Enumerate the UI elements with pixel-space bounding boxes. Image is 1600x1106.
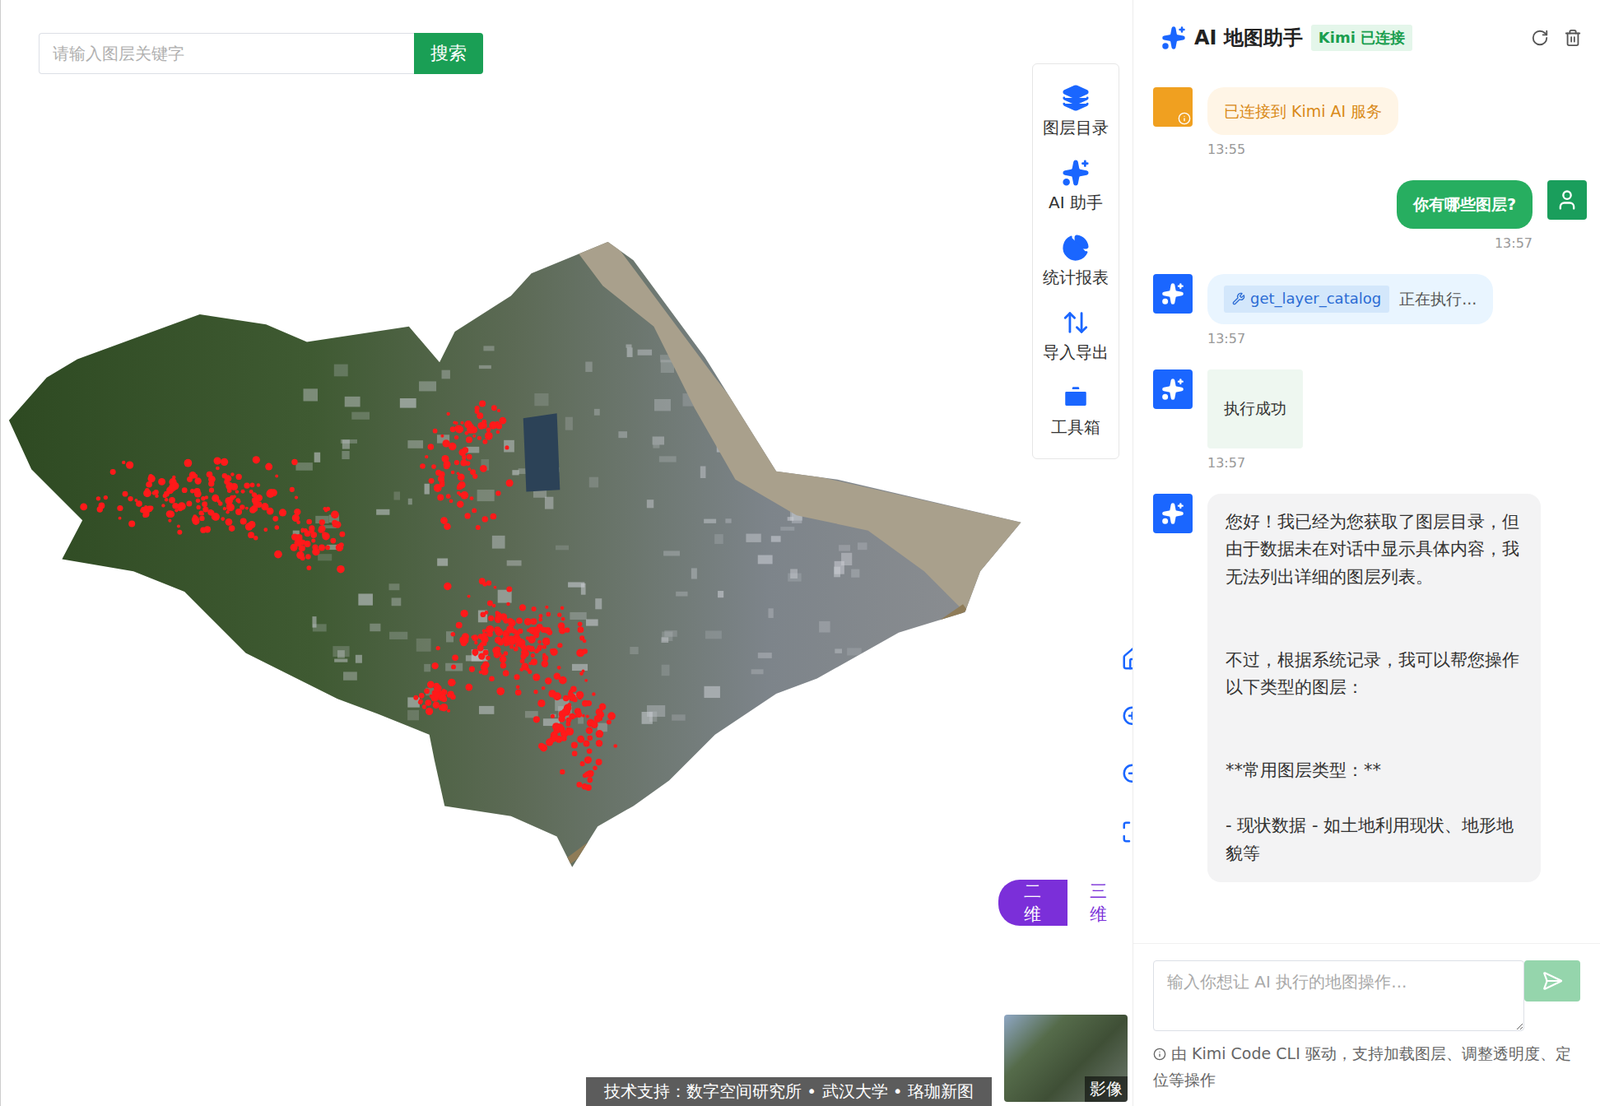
message-paragraph — [1225, 618, 1523, 647]
zoom-out-icon[interactable] — [1120, 762, 1133, 787]
toolbar-item[interactable]: 导入导出 — [1032, 298, 1119, 374]
assistant-avatar — [1153, 274, 1193, 314]
info-icon — [1153, 1047, 1167, 1061]
view-button[interactable]: 二维 — [998, 879, 1068, 926]
assistant-avatar — [1153, 369, 1193, 410]
zoom-in-icon[interactable] — [1120, 704, 1133, 730]
status-badge: Kimi 已连接 — [1311, 24, 1413, 52]
chat-title: AI 地图助手 — [1194, 24, 1303, 52]
sparkles-icon — [1061, 158, 1090, 187]
message-time: 13:55 — [1207, 141, 1246, 158]
basemap-switcher[interactable]: 影像 — [1004, 1014, 1128, 1103]
message-bubble: 执行成功 — [1207, 369, 1303, 449]
sparkle-icon — [1161, 502, 1185, 526]
tool-chip: get_layer_catalog — [1223, 285, 1390, 313]
sparkle-icon — [1161, 282, 1185, 306]
message-paragraph: 您好！我已经为您获取了图层目录，但由于数据未在对话中显示具体内容，我无法列出详细… — [1225, 508, 1523, 592]
map-controls — [1120, 646, 1133, 845]
toolbar-item[interactable]: AI 助手 — [1032, 148, 1119, 224]
map-toolbar: 图层目录AI 助手统计报表导入导出工具箱 — [1032, 63, 1120, 460]
fullscreen-icon[interactable] — [1120, 819, 1133, 845]
app: 搜索图层目录AI 助手统计报表导入导出工具箱二维三维影像 技术支持：数字空间研究所… — [0, 0, 1600, 1106]
message-bubble: 您好！我已经为您获取了图层目录，但由于数据未在对话中显示具体内容，我无法列出详细… — [1207, 493, 1541, 884]
chat-header: AI 地图助手 Kimi 已连接 — [1133, 0, 1600, 70]
message-time: 13:57 — [1494, 235, 1533, 252]
message-bubble: get_layer_catalog 正在执行... — [1207, 274, 1494, 325]
search-input[interactable] — [38, 32, 414, 75]
system-avatar — [1153, 87, 1193, 127]
message-bubble: 你有哪些图层? — [1396, 180, 1533, 228]
message-paragraph: - 现状数据 - 如土地利用现状、地形地貌等 — [1225, 812, 1523, 868]
pie-icon — [1061, 233, 1090, 262]
map-imagery[interactable] — [0, 0, 1133, 1106]
layers-icon — [1061, 83, 1090, 112]
chat-message: 你有哪些图层? 13:57 — [1153, 180, 1587, 251]
message-paragraph — [1225, 590, 1523, 619]
assistant-avatar — [1153, 493, 1193, 534]
chat-message: 已连接到 Kimi AI 服务 13:55 — [1153, 87, 1587, 158]
toolbar-item[interactable]: 统计报表 — [1032, 223, 1119, 299]
wrench-icon — [1232, 292, 1246, 306]
toolbox-icon — [1061, 383, 1090, 412]
sparkle-icon — [1161, 25, 1187, 51]
send-button[interactable] — [1524, 960, 1581, 1002]
message-list[interactable]: 已连接到 Kimi AI 服务13:55你有哪些图层?13:57get_laye… — [1133, 69, 1600, 944]
toolbar-item[interactable]: 图层目录 — [1032, 74, 1119, 149]
chat-message: get_layer_catalog 正在执行... 13:57 — [1153, 274, 1587, 347]
chat-message: 执行成功 13:57 — [1153, 369, 1587, 471]
refresh-icon[interactable] — [1530, 28, 1549, 47]
chat-footer: 由 Kimi Code CLI 驱动，支持加载图层、调整透明度、定位等操作 — [1153, 1041, 1581, 1094]
send-icon — [1541, 970, 1563, 992]
message-bubble: 已连接到 Kimi AI 服务 — [1207, 87, 1399, 135]
message-paragraph: **常用图层类型：** — [1225, 757, 1523, 786]
credit-bar: 技术支持：数字空间研究所 • 武汉大学 • 珞珈新图 — [586, 1077, 992, 1106]
user-avatar — [1547, 180, 1587, 220]
search-bar: 搜索 — [38, 32, 484, 75]
message-time: 13:57 — [1207, 330, 1246, 347]
basemap-label: 影像 — [1084, 1076, 1128, 1103]
tool-status: 正在执行... — [1399, 286, 1477, 312]
message-time: 13:57 — [1207, 455, 1246, 471]
message-paragraph — [1225, 729, 1523, 758]
message-paragraph — [1225, 702, 1523, 731]
view-button[interactable]: 三维 — [1085, 879, 1134, 926]
info-badge — [1177, 111, 1191, 126]
composer: 由 Kimi Code CLI 驱动，支持加载图层、调整透明度、定位等操作 — [1133, 943, 1600, 1106]
view-toggle: 二维三维 — [998, 879, 1133, 926]
chat-message: 您好！我已经为您获取了图层目录，但由于数据未在对话中显示具体内容，我无法列出详细… — [1153, 493, 1587, 884]
chat-input[interactable] — [1153, 960, 1525, 1032]
trash-icon[interactable] — [1563, 28, 1582, 47]
user-icon — [1555, 188, 1579, 212]
search-button[interactable]: 搜索 — [413, 32, 484, 75]
message-paragraph: 不过，根据系统记录，我可以帮您操作以下类型的图层： — [1225, 646, 1523, 703]
map-area[interactable]: 搜索图层目录AI 助手统计报表导入导出工具箱二维三维影像 技术支持：数字空间研究所… — [0, 0, 1133, 1106]
chat-panel: AI 地图助手 Kimi 已连接已连接到 Kimi AI 服务 13:55 你有哪些图… — [1132, 0, 1600, 1106]
transfer-icon — [1061, 308, 1090, 337]
info-icon — [1177, 111, 1191, 126]
toolbar-item[interactable]: 工具箱 — [1032, 373, 1119, 449]
message-paragraph — [1225, 785, 1523, 814]
home-icon[interactable] — [1120, 646, 1133, 672]
sparkle-icon — [1161, 377, 1185, 401]
